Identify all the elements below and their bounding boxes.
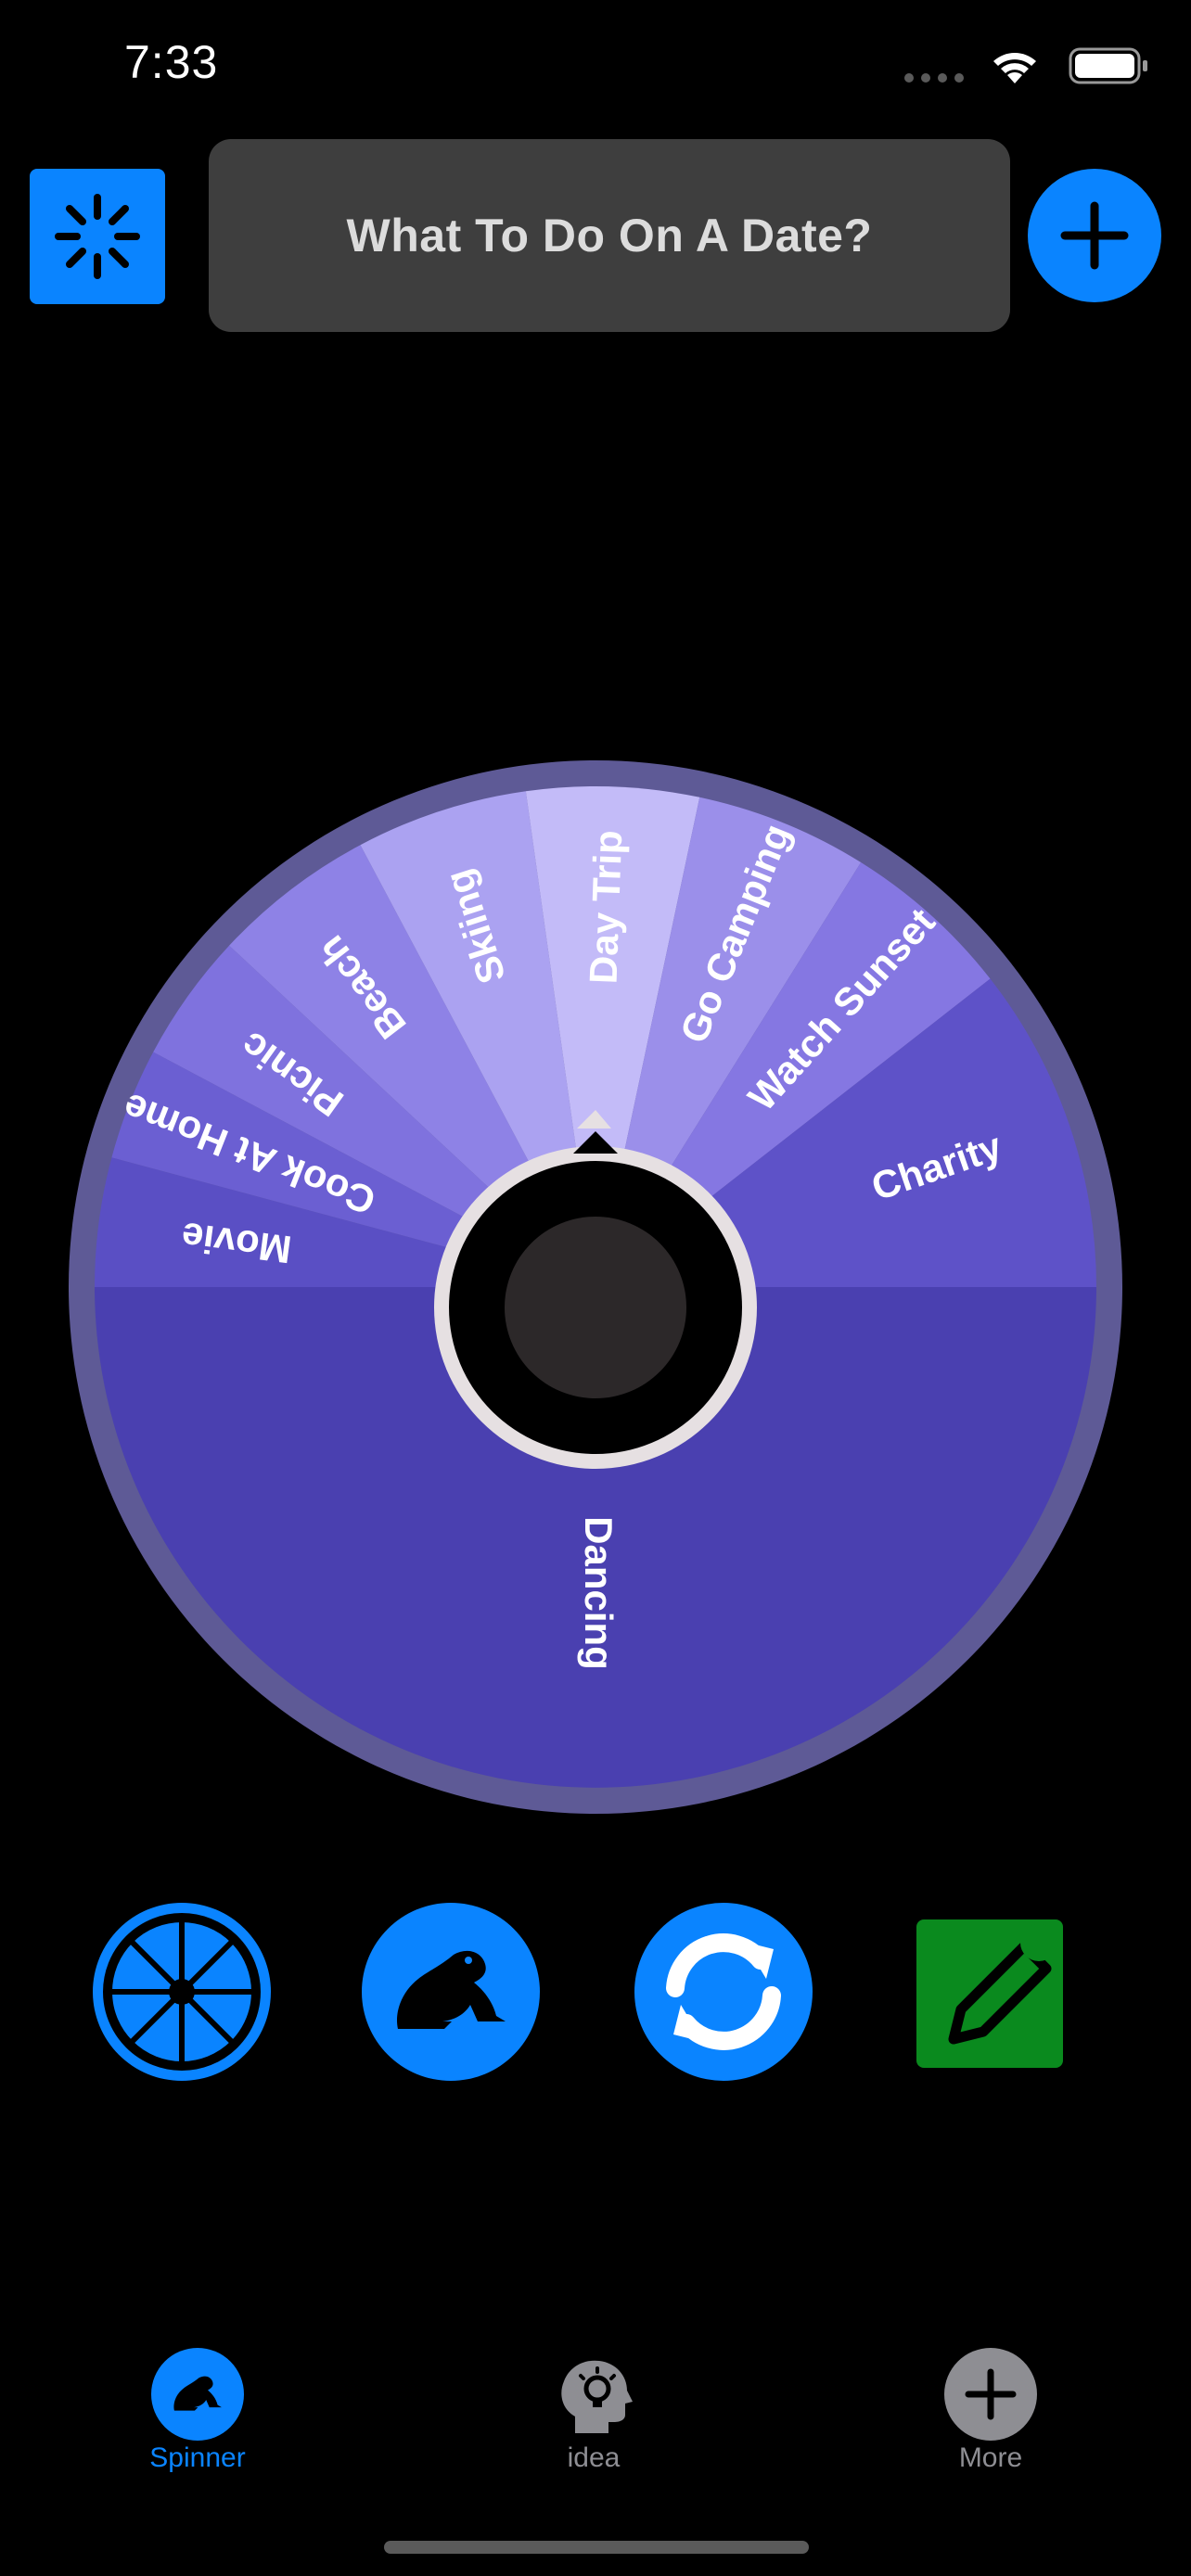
home-indicator <box>384 2541 809 2554</box>
wifi-icon <box>993 53 1036 83</box>
tab-more[interactable]: More <box>898 2348 1083 2478</box>
wheel-style-button[interactable] <box>93 1903 271 2081</box>
frog-icon <box>151 2348 244 2441</box>
hub-center <box>505 1217 686 1398</box>
plus-circle-icon <box>944 2348 1037 2441</box>
tab-spinner[interactable]: Spinner <box>105 2348 290 2478</box>
reset-button[interactable] <box>634 1903 813 2081</box>
status-icons <box>898 43 1163 89</box>
battery-icon <box>1069 47 1147 84</box>
wheel-slice-label: Day Trip <box>582 829 631 984</box>
plus-icon <box>1060 201 1129 270</box>
frog-icon <box>396 1950 506 2029</box>
tab-more-label: More <box>958 2442 1023 2473</box>
status-time: 7:33 <box>124 36 219 88</box>
add-button[interactable] <box>1028 169 1161 302</box>
activity-spinner-icon <box>55 194 140 279</box>
tab-spinner-label: Spinner <box>149 2442 246 2473</box>
cellular-signal-icon <box>904 73 964 83</box>
refresh-icon <box>666 1933 781 2050</box>
spin-button[interactable] <box>362 1903 540 2081</box>
edit-button[interactable] <box>916 1919 1063 2068</box>
spinner-settings-button[interactable] <box>30 169 165 304</box>
tab-idea[interactable]: idea <box>501 2348 686 2478</box>
wheel-icon <box>103 1913 261 2071</box>
head-lightbulb-icon <box>547 2348 640 2441</box>
tab-idea-label: idea <box>567 2442 621 2473</box>
pencil-icon <box>948 1924 1057 2045</box>
spinner-wheel[interactable]: Dancing Movie Cook At Home Picnic Beach Skiin… <box>69 760 1122 1814</box>
wheel-slice-label: Dancing <box>577 1516 621 1670</box>
wheel-title: What To Do On A Date? <box>346 210 873 261</box>
wheel-title-field[interactable]: What To Do On A Date? <box>209 139 1010 332</box>
